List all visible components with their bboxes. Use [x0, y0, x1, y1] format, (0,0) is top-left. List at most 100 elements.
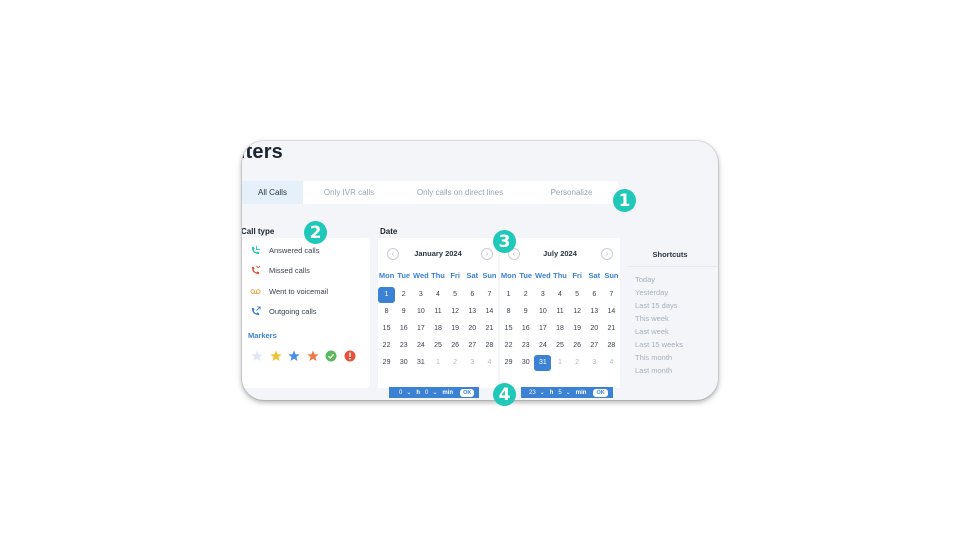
hours-select[interactable]: 0	[399, 390, 402, 396]
calendar-day[interactable]: 4	[481, 354, 498, 371]
calendar-day[interactable]: 12	[569, 303, 586, 320]
calendar-day[interactable]: 15	[500, 320, 517, 337]
calendar-day[interactable]: 11	[551, 303, 568, 320]
calendar-day[interactable]: 1	[551, 354, 568, 371]
calendar-day[interactable]: 2	[447, 354, 464, 371]
shortcut-last-week[interactable]: Last week	[635, 327, 669, 336]
calendar-day[interactable]: 25	[429, 337, 446, 354]
call-type-outgoing[interactable]: Outgoing calls	[250, 306, 317, 317]
calendar-day[interactable]: 28	[603, 337, 620, 354]
next-month-button[interactable]: ›	[601, 248, 613, 260]
calendar-day[interactable]: 18	[429, 320, 446, 337]
calendar-day[interactable]: 24	[412, 337, 429, 354]
calendar-day[interactable]: 29	[500, 354, 517, 371]
calendar-day[interactable]: 8	[378, 303, 395, 320]
calendar-day[interactable]: 3	[464, 354, 481, 371]
calendar-day[interactable]: 22	[378, 337, 395, 354]
shortcut-this-week[interactable]: This week	[635, 314, 669, 323]
calendar-day[interactable]: 3	[412, 286, 429, 303]
calendar-day[interactable]: 2	[569, 354, 586, 371]
calendar-day[interactable]: 24	[534, 337, 551, 354]
ok-button[interactable]: OK	[593, 388, 608, 397]
calendar-day[interactable]: 29	[378, 354, 395, 371]
calendar-day[interactable]: 23	[517, 337, 534, 354]
ok-button[interactable]: OK	[460, 388, 475, 397]
calendar-day[interactable]: 3	[534, 286, 551, 303]
calendar-day[interactable]: 1	[500, 286, 517, 303]
calendar-day[interactable]: 5	[447, 286, 464, 303]
calendar-day[interactable]: 17	[412, 320, 429, 337]
calendar-day[interactable]: 4	[429, 286, 446, 303]
calendar-day[interactable]: 1	[378, 286, 396, 303]
calendar-day[interactable]: 11	[429, 303, 446, 320]
marker-check[interactable]	[325, 350, 337, 362]
shortcut-last-15-weeks[interactable]: Last 15 weeks	[635, 340, 683, 349]
calendar-day[interactable]: 2	[395, 286, 412, 303]
marker-star-orange[interactable]	[306, 350, 319, 362]
calendar-day[interactable]: 10	[412, 303, 429, 320]
marker-star-yellow[interactable]	[269, 350, 282, 362]
calendar-day[interactable]: 26	[569, 337, 586, 354]
shortcut-this-month[interactable]: This month	[635, 353, 672, 362]
calendar-day[interactable]: 17	[534, 320, 551, 337]
marker-star-empty[interactable]	[251, 350, 263, 362]
next-month-button[interactable]: ›	[481, 248, 493, 260]
calendar-day[interactable]: 4	[551, 286, 568, 303]
marker-exclamation[interactable]	[344, 350, 356, 362]
calendar-day[interactable]: 20	[464, 320, 481, 337]
calendar-day[interactable]: 19	[569, 320, 586, 337]
calendar-day[interactable]: 20	[586, 320, 603, 337]
calendar-day[interactable]: 19	[447, 320, 464, 337]
marker-star-blue[interactable]	[288, 350, 300, 362]
call-type-missed[interactable]: Missed calls	[250, 265, 310, 276]
calendar-day[interactable]: 1	[429, 354, 446, 371]
shortcut-today[interactable]: Today	[635, 275, 655, 284]
calendar-day[interactable]: 30	[517, 354, 534, 371]
calendar-day[interactable]: 6	[586, 286, 603, 303]
tab-all-calls[interactable]: All Calls	[242, 181, 303, 204]
calendar-day[interactable]: 31	[534, 354, 552, 371]
calendar-day[interactable]: 5	[569, 286, 586, 303]
calendar-day[interactable]: 13	[464, 303, 481, 320]
calendar-day[interactable]: 9	[395, 303, 412, 320]
calendar-day[interactable]: 16	[517, 320, 534, 337]
calendar-day[interactable]: 3	[586, 354, 603, 371]
calendar-day[interactable]: 18	[551, 320, 568, 337]
calendar-day[interactable]: 25	[551, 337, 568, 354]
calendar-day[interactable]: 7	[481, 286, 498, 303]
calendar-day[interactable]: 13	[586, 303, 603, 320]
calendar-day[interactable]: 23	[395, 337, 412, 354]
calendar-day[interactable]: 28	[481, 337, 498, 354]
minutes-select[interactable]: 5	[558, 390, 561, 396]
calendar-day[interactable]: 8	[500, 303, 517, 320]
shortcut-yesterday[interactable]: Yesterday	[635, 288, 668, 297]
calendar-day[interactable]: 6	[464, 286, 481, 303]
tab-only-ivr-calls[interactable]: Only IVR calls	[303, 181, 395, 204]
calendar-day[interactable]: 26	[447, 337, 464, 354]
calendar-day[interactable]: 4	[603, 354, 620, 371]
call-type-answered[interactable]: Answered calls	[250, 245, 319, 256]
tab-personalize[interactable]: Personalize	[525, 181, 618, 204]
calendar-day[interactable]: 30	[395, 354, 412, 371]
minutes-select[interactable]: 0	[425, 390, 428, 396]
calendar-day[interactable]: 9	[517, 303, 534, 320]
calendar-day[interactable]: 10	[534, 303, 551, 320]
calendar-day[interactable]: 2	[517, 286, 534, 303]
calendar-day[interactable]: 22	[500, 337, 517, 354]
hours-select[interactable]: 23	[529, 390, 536, 396]
calendar-day[interactable]: 7	[603, 286, 620, 303]
calendar-day[interactable]: 31	[412, 354, 429, 371]
shortcut-last-15-days[interactable]: Last 15 days	[635, 301, 678, 310]
tab-only-direct-lines[interactable]: Only calls on direct lines	[395, 181, 525, 204]
shortcut-last-month[interactable]: Last month	[635, 366, 672, 375]
calendar-day[interactable]: 15	[378, 320, 395, 337]
calendar-day[interactable]: 21	[481, 320, 498, 337]
calendar-day[interactable]: 14	[603, 303, 620, 320]
call-type-voicemail[interactable]: Went to voicemail	[250, 286, 328, 297]
calendar-day[interactable]: 27	[464, 337, 481, 354]
calendar-day[interactable]: 14	[481, 303, 498, 320]
calendar-day[interactable]: 16	[395, 320, 412, 337]
calendar-day[interactable]: 27	[586, 337, 603, 354]
calendar-day[interactable]: 12	[447, 303, 464, 320]
calendar-day[interactable]: 21	[603, 320, 620, 337]
